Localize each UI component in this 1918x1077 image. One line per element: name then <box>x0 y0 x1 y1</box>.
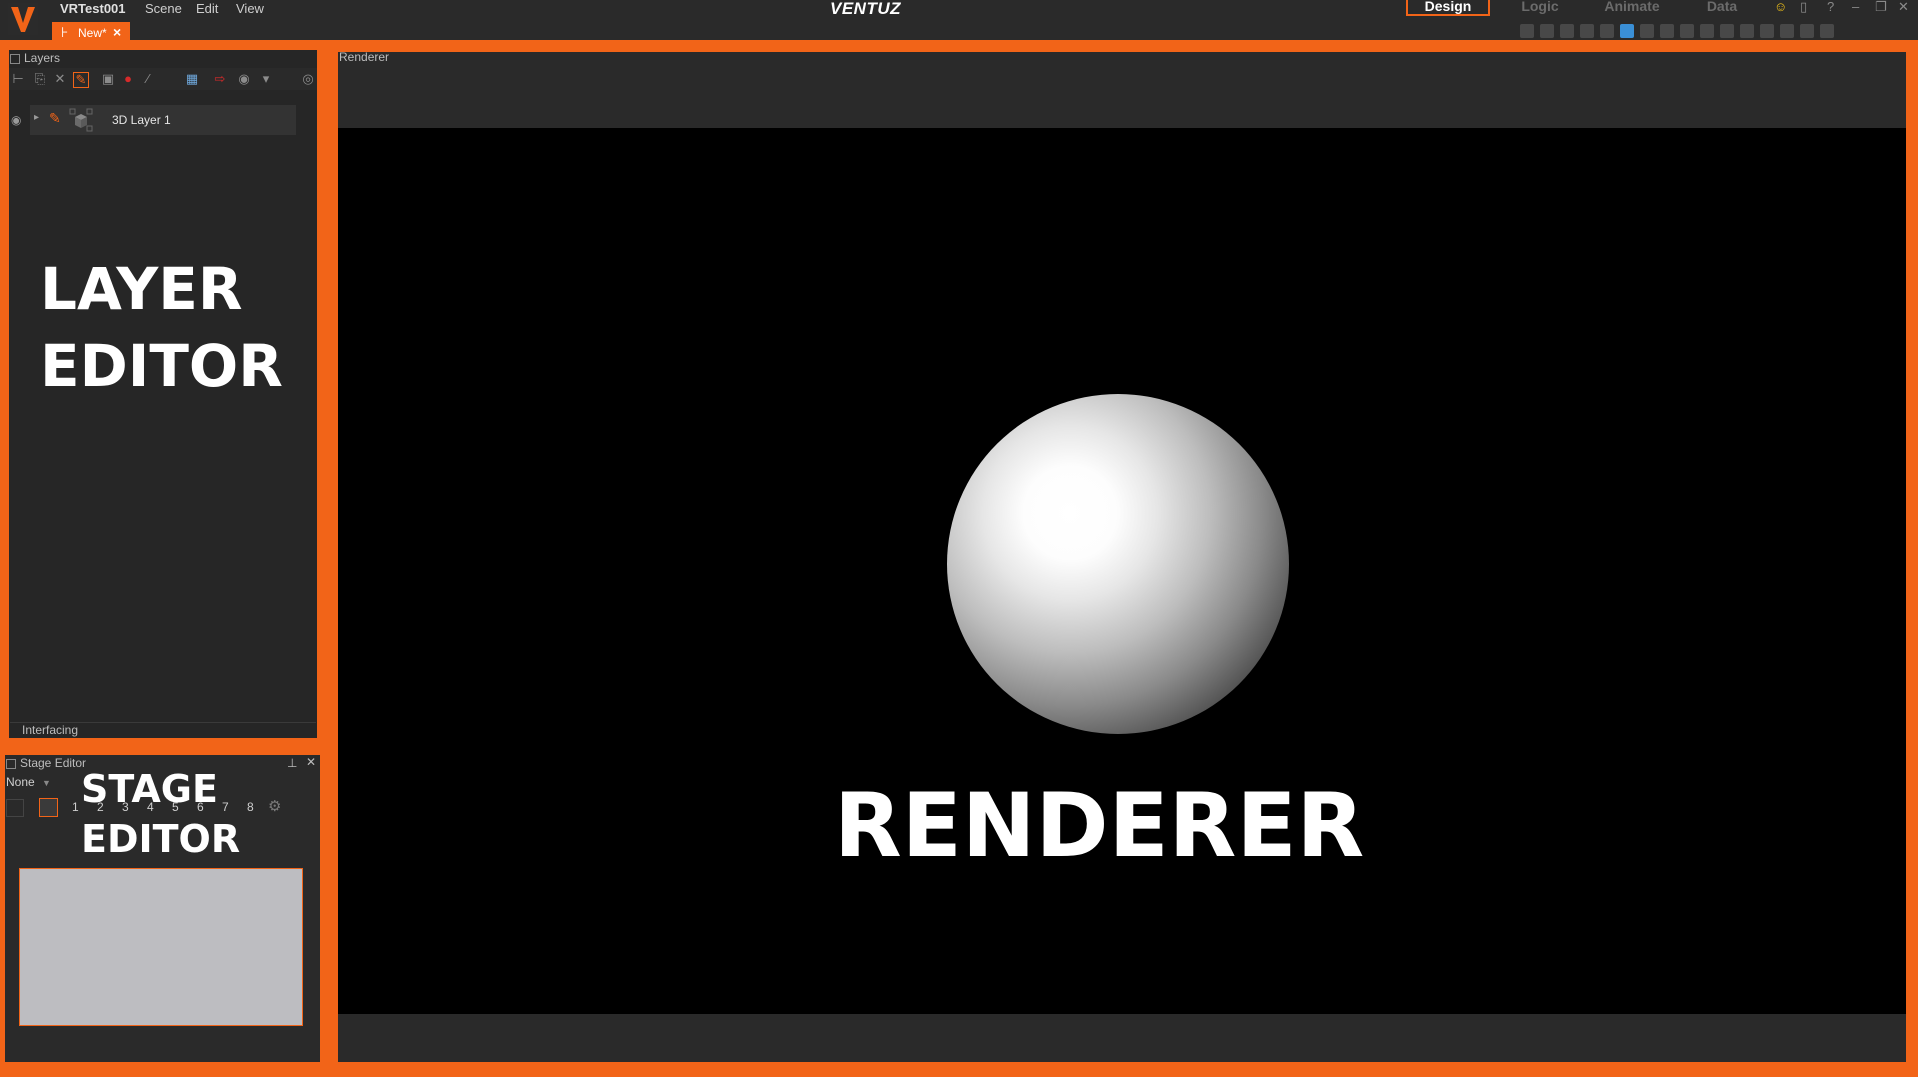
edit-layer-icon[interactable]: ✎ <box>73 72 89 88</box>
pin-panel-icon[interactable]: ⊥ <box>287 756 297 770</box>
mode-tab-logic[interactable]: Logic <box>1518 0 1562 16</box>
toolbar-strip <box>1520 24 1834 38</box>
interfacing-label: Interfacing <box>22 723 79 737</box>
document-tab-label: New* <box>78 26 107 40</box>
stage-editor-label-line1: STAGE <box>81 767 218 811</box>
stage-editor-label-line2: EDITOR <box>81 817 241 861</box>
project-name: VRTest001 <box>60 1 126 16</box>
stage-number-8[interactable]: 8 <box>247 800 254 814</box>
list-tool-icon[interactable] <box>1560 24 1574 38</box>
pin-icon: ⊦ <box>61 24 69 40</box>
duplicate-icon[interactable]: ⎘ <box>33 72 47 86</box>
stage-editor-header: Stage Editor <box>6 756 86 770</box>
renderer-label: RENDERER <box>834 774 1365 877</box>
highlight-frame-layers-right <box>317 40 326 740</box>
pencil-icon[interactable]: ✎ <box>49 110 61 127</box>
chevron-down-icon: ▼ <box>42 778 51 788</box>
scale-tool-icon[interactable] <box>1760 24 1774 38</box>
ventuz-app: VRTest001 Scene Edit View ⊦ New* × VENTU… <box>0 0 1918 1077</box>
stage-editor-title: Stage Editor <box>20 756 87 770</box>
record-icon[interactable]: ● <box>121 72 135 86</box>
layer-row[interactable]: ◉ ▸ ✎ 3D Layer 1 <box>11 105 296 135</box>
highlight-frame-layers-bottom <box>0 738 338 755</box>
stage-number-1[interactable]: 1 <box>72 800 79 814</box>
stage-preview[interactable] <box>19 868 303 1026</box>
menu-view[interactable]: View <box>236 1 264 16</box>
layers-panel-title: Layers <box>24 51 61 65</box>
camera-tool-icon[interactable] <box>1780 24 1794 38</box>
add-layer-icon[interactable]: ⊢ <box>11 72 25 86</box>
mode-tab-animate[interactable]: Animate <box>1602 0 1662 16</box>
lock-icon[interactable]: ▣ <box>101 72 115 86</box>
highlight-frame-renderer-left <box>326 40 338 1077</box>
menu-scene[interactable]: Scene <box>145 1 182 16</box>
window-close-icon[interactable]: ✕ <box>1898 0 1909 15</box>
highlight-frame-bottom <box>0 1062 1918 1077</box>
rotate-tool-icon[interactable] <box>1740 24 1754 38</box>
highlight-frame-renderer-right <box>1906 40 1918 1077</box>
color-tool-icon[interactable] <box>1620 24 1634 38</box>
menu-edit[interactable]: Edit <box>196 1 218 16</box>
stage-selector-value: None <box>6 775 35 789</box>
resize-tool-icon[interactable] <box>1640 24 1654 38</box>
layer-name: 3D Layer 1 <box>112 113 171 127</box>
globe-tool-icon[interactable] <box>1540 24 1554 38</box>
cube-layer-icon <box>69 108 93 132</box>
close-icon[interactable]: × <box>113 24 121 40</box>
renderer-tab[interactable]: Renderer <box>339 50 389 64</box>
smiley-icon[interactable]: ☺ <box>1774 0 1787 14</box>
frame-tool-icon[interactable] <box>1600 24 1614 38</box>
app-logo-icon[interactable] <box>8 3 38 35</box>
gear-icon[interactable]: ⚙ <box>268 797 281 815</box>
stage-number-7[interactable]: 7 <box>222 800 229 814</box>
brush-icon[interactable]: ⁄ <box>141 72 155 86</box>
shape-tool-icon[interactable] <box>1660 24 1674 38</box>
help-icon[interactable]: ? <box>1827 0 1834 14</box>
activity-icon[interactable]: ◎ <box>301 72 315 86</box>
renderer-status-bar <box>338 1014 1906 1062</box>
layers-toolbar: ⊢ ⎘ ✕ ✎ ▣ ● ⁄ ▦ ⇨ ◉ ▾ ◎ <box>9 68 317 90</box>
bookmark-icon[interactable]: ▾ <box>259 72 273 86</box>
highlight-frame-top-left <box>0 40 325 50</box>
renderer-title: Renderer <box>339 50 390 64</box>
color-grid-icon[interactable]: ▦ <box>185 72 199 86</box>
select-tool-icon[interactable] <box>6 799 24 817</box>
layers-panel-header: Layers <box>10 51 60 65</box>
restore-icon[interactable]: ❐ <box>1875 0 1887 15</box>
line-tool-icon[interactable] <box>1700 24 1714 38</box>
expand-tool-icon[interactable] <box>1820 24 1834 38</box>
pencil-tool-icon[interactable] <box>1520 24 1534 38</box>
expand-arrow-icon[interactable]: ▸ <box>34 112 39 123</box>
close-panel-icon[interactable]: ✕ <box>306 755 316 769</box>
rendered-sphere <box>947 394 1289 734</box>
brand-logo: VENTUZ <box>830 0 901 18</box>
mode-tab-data[interactable]: Data <box>1704 0 1740 16</box>
eye-icon[interactable]: ◉ <box>11 113 21 127</box>
camera-alt-tool-icon[interactable] <box>1800 24 1814 38</box>
delete-icon[interactable]: ✕ <box>53 72 67 86</box>
stage-selector[interactable]: None ▼ <box>6 775 51 789</box>
grid-view-icon[interactable] <box>39 798 58 817</box>
minimize-icon[interactable]: – <box>1852 0 1859 14</box>
interfacing-section[interactable]: Interfacing <box>10 722 316 738</box>
arrow-right-icon[interactable]: ⇨ <box>213 72 227 86</box>
mode-tab-design[interactable]: Design <box>1406 0 1490 16</box>
pin-tool-icon[interactable] <box>1680 24 1694 38</box>
highlight-frame-renderer-top <box>326 40 1918 52</box>
title-bar: VRTest001 Scene Edit View ⊦ New* × VENTU… <box>0 0 1918 43</box>
layer-editor-label-line1: LAYER <box>40 255 243 323</box>
visibility-icon[interactable]: ◉ <box>237 72 251 86</box>
stack-tool-icon[interactable] <box>1580 24 1594 38</box>
move-tool-icon[interactable] <box>1720 24 1734 38</box>
panel-grip-icon <box>10 53 20 64</box>
document-icon[interactable]: ▯ <box>1800 0 1807 15</box>
panel-grip-icon <box>6 758 16 769</box>
layer-editor-label-line2: EDITOR <box>40 332 283 400</box>
